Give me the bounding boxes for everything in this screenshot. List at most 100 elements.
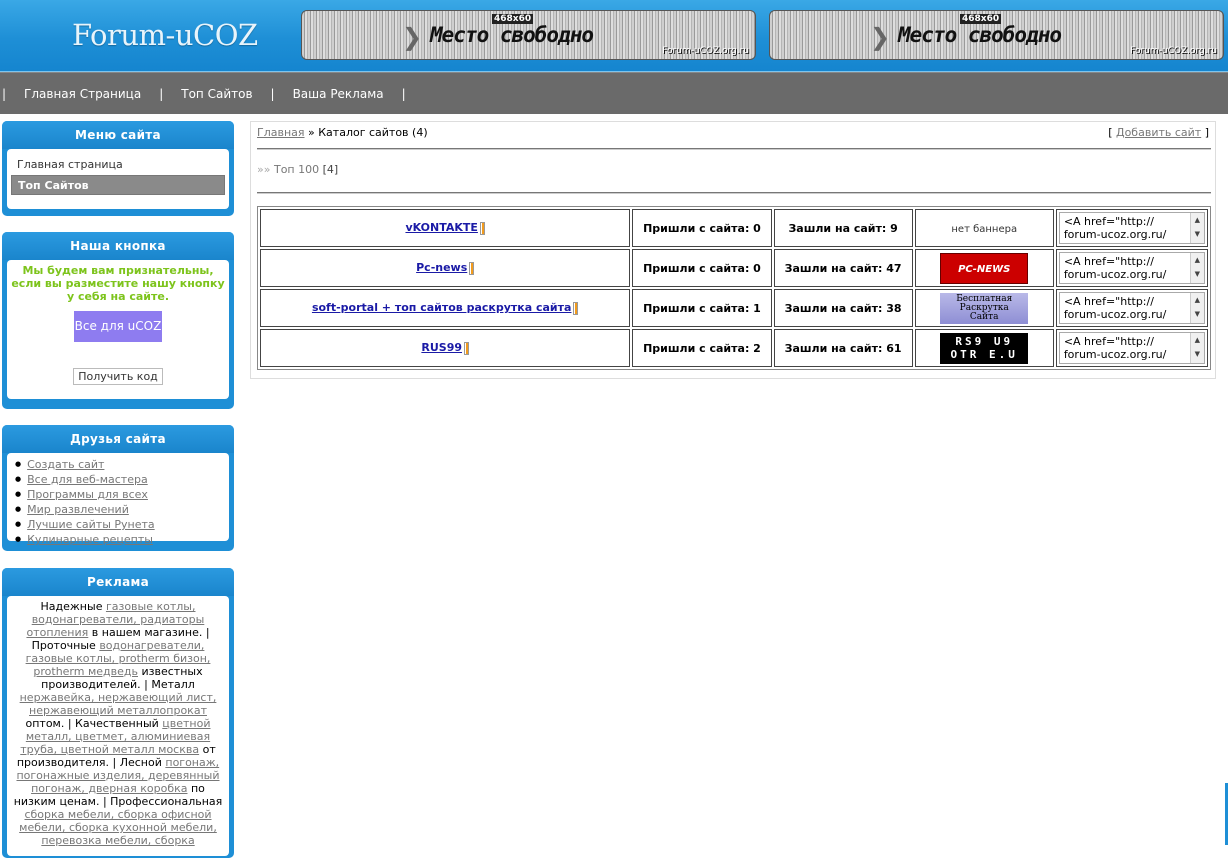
site-banner[interactable]: PC-NEWS [940,252,1029,284]
code-text: <A href="http:// forum-ucoz.org.ru/ [1063,295,1167,321]
site-banner[interactable]: Бесплатная Раскрутка Сайта [940,292,1029,324]
table-row: soft-portal + топ сайтов раскрутка сайта… [260,289,1208,327]
code-text: <A href="http:// forum-ucoz.org.ru/ [1063,215,1167,241]
friend-link[interactable]: Мир развлечений [27,503,129,516]
list-item: Программы для всех [15,488,225,503]
ad-text: Надежные [40,600,106,613]
banner-code-textarea[interactable]: <A href="http:// forum-ucoz.org.ru/ ▲ ▼ [1058,332,1205,364]
banner-site: Forum-uCOZ.org.ru [662,46,749,56]
scroll-down-icon: ▼ [1194,310,1200,318]
banner-code-textarea[interactable]: <A href="http:// forum-ucoz.org.ru/▲ ▼ [1058,292,1205,324]
ad-link[interactable]: нержавейка, нержавеющий лист, нержавеющи… [20,691,217,717]
friend-link[interactable]: Все для веб-мастера [27,473,148,486]
arrow-icon: ❯ [870,23,891,51]
ads-text: Надежные газовые котлы, водонагреватели,… [7,596,229,856]
bracket: [ [1108,126,1116,139]
list-item: Кулинарные рецепты [15,533,225,548]
scroll-up-icon: ▲ [1194,216,1200,224]
went-to-cell: Зашли на сайт: 38 [773,289,913,327]
site-link[interactable]: Pc-news [416,261,467,274]
nav-top-sites[interactable]: Топ Сайтов [165,87,268,101]
category-count: [4] [322,163,339,176]
site-logo[interactable]: Forum-uCOZ [72,18,258,52]
ucoz-button-banner[interactable]: Все для uCOZ [74,311,162,342]
nav-advertising[interactable]: Ваша Реклама [277,87,400,101]
add-site-wrapper: [ Добавить сайт ] [1108,126,1209,139]
friends-block: Друзья сайта Создать сайт Все для веб-ма… [2,425,234,551]
went-to-cell: Зашли на сайт: 61 [773,329,913,367]
menu-item-home[interactable]: Главная страница [11,155,225,175]
went-to-cell: Зашли на сайт: 47 [773,249,913,287]
main-content: Главная » Каталог сайтов (4) [ Добавить … [250,121,1216,379]
header-ad-banner-2[interactable]: ❯ 468x60 Место свободно Forum-uCOZ.org.r… [769,10,1224,60]
banner-cell: Бесплатная Раскрутка Сайта [914,289,1054,327]
textarea-scrollbar[interactable]: ▲ ▼ [1189,293,1204,323]
came-from-cell: Пришли с сайта: 0 [632,209,772,247]
button-block-text: Мы будем вам признательны, если вы разме… [11,264,225,303]
breadcrumb: Главная » Каталог сайтов (4) [257,126,428,139]
friend-link[interactable]: Создать сайт [27,458,104,471]
banner-code-textarea[interactable]: <A href="http:// forum-ucoz.org.ru/▲ ▼ [1058,212,1205,244]
code-cell: <A href="http:// forum-ucoz.org.ru/ ▲ ▼ [1055,329,1208,367]
menu-item-top-sites[interactable]: Топ Сайтов [11,175,225,195]
came-from-cell: Пришли с сайта: 1 [632,289,772,327]
table-row: Pc-news Пришли с сайта: 0 Зашли на сайт:… [260,249,1208,287]
site-name-cell: soft-portal + топ сайтов раскрутка сайта [260,289,631,327]
category-link[interactable]: Топ 100 [274,163,319,176]
list-item: Мир развлечений [15,503,225,518]
site-name-cell: vKONTAKTE [260,209,631,247]
banner-cell: нет баннера [914,209,1054,247]
came-from-cell: Пришли с сайта: 2 [632,329,772,367]
get-code-button[interactable]: Получить код [73,368,163,385]
scroll-down-icon: ▼ [1194,270,1200,278]
site-link[interactable]: soft-portal + топ сайтов раскрутка сайта [312,301,572,314]
textarea-scrollbar[interactable]: ▲ ▼ [1189,253,1204,283]
site-name-cell: Pc-news [260,249,631,287]
bracket: ] [1201,126,1209,139]
rating-indicator-icon [573,301,579,315]
ad-link[interactable]: сборка мебели, сборка офисной мебели, сб… [19,808,217,847]
rating-indicator-icon [464,341,470,355]
scroll-up-icon: ▲ [1194,296,1200,304]
table-row: RUS99 Пришли с сайта: 2 Зашли на сайт: 6… [260,329,1208,367]
textarea-scrollbar[interactable]: ▲ ▼ [1189,213,1204,243]
friend-link[interactable]: Лучшие сайты Рунета [27,518,155,531]
breadcrumb-home-link[interactable]: Главная [257,126,305,139]
code-text: <A href="http:// forum-ucoz.org.ru/ [1063,255,1167,281]
nav-home[interactable]: Главная Страница [8,87,157,101]
came-from-cell: Пришли с сайта: 0 [632,249,772,287]
site-header: Forum-uCOZ ❯ 468x60 Место свободно Forum… [0,0,1228,72]
sites-table: vKONTAKTE Пришли с сайта: 0 Зашли на сай… [257,206,1211,370]
nav-separator: | [401,87,406,101]
banner-site: Forum-uCOZ.org.ru [1130,46,1217,56]
banner-code-textarea[interactable]: <A href="http:// forum-ucoz.org.ru/▲ ▼ [1058,252,1205,284]
site-link[interactable]: RUS99 [421,341,462,354]
code-cell: <A href="http:// forum-ucoz.org.ru/▲ ▼ [1055,209,1208,247]
table-row: vKONTAKTE Пришли с сайта: 0 Зашли на сай… [260,209,1208,247]
category-top100: »» Топ 100 [4] [257,163,338,176]
scroll-down-icon: ▼ [1194,350,1200,358]
divider [257,148,1211,150]
banner-text: Место свободно [898,23,1062,47]
code-text: <A href="http:// forum-ucoz.org.ru/ [1063,335,1167,361]
header-ad-banner-1[interactable]: ❯ 468x60 Место свободно Forum-uCOZ.org.r… [301,10,756,60]
site-name-cell: RUS99 [260,329,631,367]
breadcrumb-separator: » [304,126,319,139]
add-site-link[interactable]: Добавить сайт [1116,126,1201,139]
friend-link[interactable]: Программы для всех [27,488,148,501]
divider [257,192,1211,194]
main-nav: | Главная Страница | Топ Сайтов | Ваша Р… [0,72,1228,114]
code-cell: <A href="http:// forum-ucoz.org.ru/▲ ▼ [1055,289,1208,327]
friend-link[interactable]: Кулинарные рецепты [27,533,153,546]
site-banner[interactable]: RS9 U9 OTR E.U [940,332,1029,364]
scroll-down-icon: ▼ [1194,230,1200,238]
textarea-scrollbar[interactable]: ▲ ▼ [1189,333,1204,363]
list-item: Создать сайт [15,458,225,473]
list-item: Все для веб-мастера [15,473,225,488]
scroll-up-icon: ▲ [1194,256,1200,264]
double-arrow-icon: »» [257,163,271,176]
site-menu-block: Меню сайта Главная страница Топ Сайтов [2,121,234,216]
our-button-block: Наша кнопка Мы будем вам признательны, е… [2,232,234,409]
list-item: Лучшие сайты Рунета [15,518,225,533]
site-link[interactable]: vKONTAKTE [405,221,477,234]
